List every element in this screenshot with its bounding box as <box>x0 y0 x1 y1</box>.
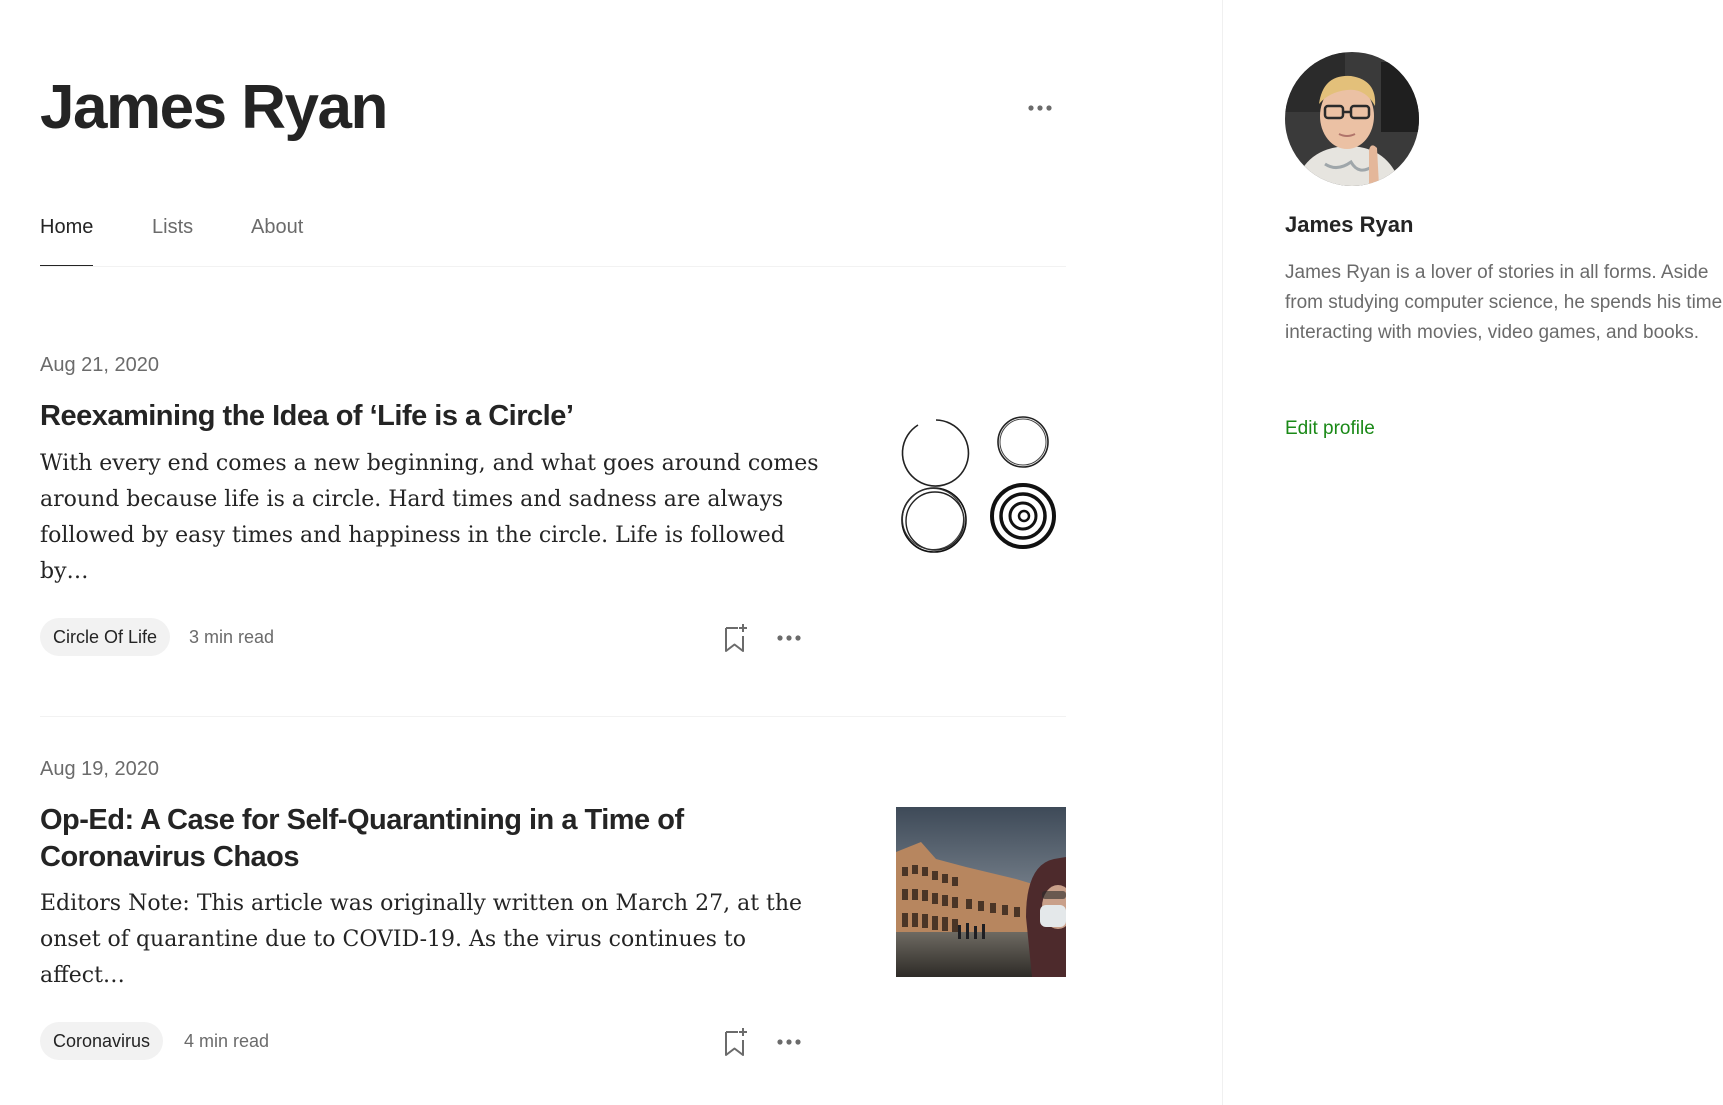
tab-home[interactable]: Home <box>40 214 94 266</box>
tab-about[interactable]: About <box>251 214 303 266</box>
article-more-icon[interactable] <box>774 628 804 648</box>
article-divider <box>40 716 1066 717</box>
article-title[interactable]: Op-Ed: A Case for Self-Quarantining in a… <box>40 802 840 876</box>
article-excerpt[interactable]: With every end comes a new beginning, an… <box>40 446 820 590</box>
profile-sidebar: James Ryan James Ryan is a lover of stor… <box>1222 0 1723 1105</box>
main-column: James Ryan Home Lists About Aug 21, 2020… <box>0 0 1222 1105</box>
article-more-icon[interactable] <box>774 1032 804 1052</box>
bookmark-add-icon[interactable] <box>723 1026 751 1058</box>
article-date: Aug 21, 2020 <box>40 354 159 376</box>
sidebar-bio: James Ryan is a lover of stories in all … <box>1285 262 1723 343</box>
more-options-icon[interactable] <box>1024 96 1056 120</box>
article-tag[interactable]: Circle Of Life <box>40 618 171 656</box>
read-time: 4 min read <box>184 1031 270 1051</box>
edit-profile-link[interactable]: Edit profile <box>1285 418 1375 440</box>
read-time: 3 min read <box>189 627 275 647</box>
tab-lists[interactable]: Lists <box>152 214 193 266</box>
avatar[interactable] <box>1285 52 1419 186</box>
sidebar-name[interactable]: James Ryan <box>1285 212 1413 238</box>
profile-tabs: Home Lists About <box>40 214 1066 267</box>
article-title[interactable]: Reexamining the Idea of ‘Life is a Circl… <box>40 398 840 435</box>
bookmark-add-icon[interactable] <box>723 622 751 654</box>
article-excerpt[interactable]: Editors Note: This article was originall… <box>40 886 820 994</box>
article-date: Aug 19, 2020 <box>40 758 159 780</box>
page-title: James Ryan <box>40 73 388 142</box>
article-tag[interactable]: Coronavirus <box>40 1022 164 1060</box>
circles-thumbnail[interactable] <box>896 410 1066 580</box>
colosseum-thumbnail[interactable] <box>896 807 1066 977</box>
